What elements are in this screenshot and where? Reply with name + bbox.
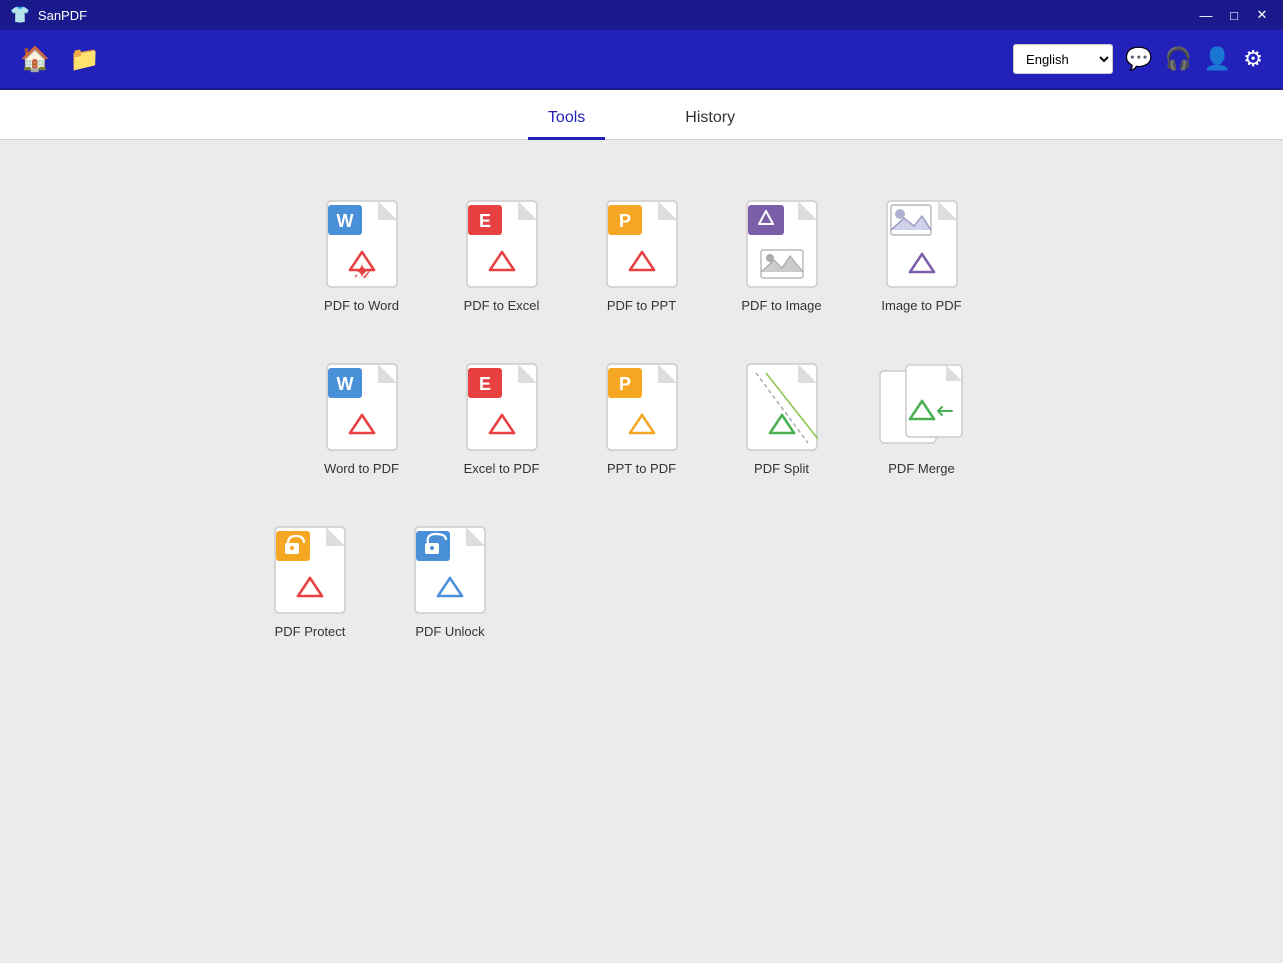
- tool-pdf-split[interactable]: PDF Split: [712, 363, 852, 476]
- tab-tools[interactable]: Tools: [528, 99, 605, 140]
- maximize-button[interactable]: □: [1223, 4, 1245, 26]
- app-title: SanPDF: [38, 8, 87, 23]
- tabs-bar: Tools History: [0, 90, 1283, 140]
- tool-pdf-split-label: PDF Split: [754, 461, 809, 476]
- pdf-to-image-icon: [746, 200, 818, 288]
- tool-pdf-to-ppt-label: PDF to PPT: [607, 298, 676, 313]
- tool-excel-to-pdf-label: Excel to PDF: [464, 461, 540, 476]
- tool-word-to-pdf-label: Word to PDF: [324, 461, 399, 476]
- close-button[interactable]: ✕: [1251, 4, 1273, 26]
- settings-button[interactable]: ⚙: [1243, 46, 1263, 72]
- tool-pdf-to-ppt[interactable]: P PDF to PPT: [572, 200, 712, 313]
- home-icon: 🏠: [20, 45, 50, 74]
- title-bar: 👕 SanPDF — □ ✕: [0, 0, 1283, 30]
- pdf-unlock-acrobat: [414, 526, 486, 614]
- pdf-protect-acrobat: [274, 526, 346, 614]
- tool-ppt-to-pdf-label: PPT to PDF: [607, 461, 676, 476]
- folder-button[interactable]: 📁: [70, 45, 100, 74]
- pdf-to-excel-acrobat: [466, 200, 538, 288]
- main-content: W ✦ 𝒜 PDF to Word: [0, 140, 1283, 963]
- pdf-to-word-acrobat: [326, 200, 398, 288]
- tab-history[interactable]: History: [665, 99, 755, 140]
- title-bar-right: — □ ✕: [1195, 4, 1273, 26]
- pdf-merge-icon: [878, 363, 966, 451]
- user-button[interactable]: 👤: [1204, 46, 1231, 72]
- ppt-to-pdf-acrobat: [606, 363, 678, 451]
- title-bar-left: 👕 SanPDF: [10, 5, 87, 25]
- chat-button[interactable]: 💬: [1125, 46, 1152, 72]
- headset-icon: 🎧: [1164, 46, 1191, 72]
- tool-pdf-protect[interactable]: PDF Protect: [240, 526, 380, 639]
- tool-pdf-to-excel[interactable]: E PDF to Excel: [432, 200, 572, 313]
- minimize-button[interactable]: —: [1195, 4, 1217, 26]
- word-to-pdf-acrobat: [326, 363, 398, 451]
- folder-icon: 📁: [70, 45, 100, 74]
- tool-pdf-protect-label: PDF Protect: [275, 624, 346, 639]
- tool-image-to-pdf[interactable]: Image to PDF: [852, 200, 992, 313]
- pdf-to-ppt-acrobat: [606, 200, 678, 288]
- tool-image-to-pdf-label: Image to PDF: [881, 298, 961, 313]
- excel-to-pdf-acrobat: [466, 363, 538, 451]
- toolbar-right: English Chinese 💬 🎧 👤 ⚙: [1013, 44, 1263, 74]
- tool-pdf-merge-label: PDF Merge: [888, 461, 954, 476]
- settings-icon: ⚙: [1243, 46, 1263, 72]
- tool-pdf-merge[interactable]: PDF Merge: [852, 363, 992, 476]
- chat-icon: 💬: [1125, 46, 1152, 72]
- tool-excel-to-pdf[interactable]: E Excel to PDF: [432, 363, 572, 476]
- tool-pdf-to-image[interactable]: PDF to Image: [712, 200, 852, 313]
- tool-word-to-pdf[interactable]: W Word to PDF: [292, 363, 432, 476]
- tool-pdf-to-excel-label: PDF to Excel: [464, 298, 540, 313]
- toolbar: 🏠 📁 English Chinese 💬 🎧 👤 ⚙: [0, 30, 1283, 90]
- user-icon: 👤: [1204, 46, 1231, 72]
- home-button[interactable]: 🏠: [20, 45, 50, 74]
- pdf-split-icon: [746, 363, 818, 451]
- tool-ppt-to-pdf[interactable]: P PPT to PDF: [572, 363, 712, 476]
- tool-pdf-to-image-label: PDF to Image: [741, 298, 821, 313]
- tool-pdf-to-word-label: PDF to Word: [324, 298, 399, 313]
- headset-button[interactable]: 🎧: [1164, 46, 1191, 72]
- toolbar-left: 🏠 📁: [20, 45, 100, 74]
- tool-pdf-to-word[interactable]: W ✦ 𝒜 PDF to Word: [292, 200, 432, 313]
- tool-pdf-unlock[interactable]: PDF Unlock: [380, 526, 520, 639]
- image-to-pdf-icon: [886, 200, 958, 288]
- shirt-icon: 👕: [10, 5, 30, 25]
- tool-pdf-unlock-label: PDF Unlock: [415, 624, 484, 639]
- language-select[interactable]: English Chinese: [1013, 44, 1113, 74]
